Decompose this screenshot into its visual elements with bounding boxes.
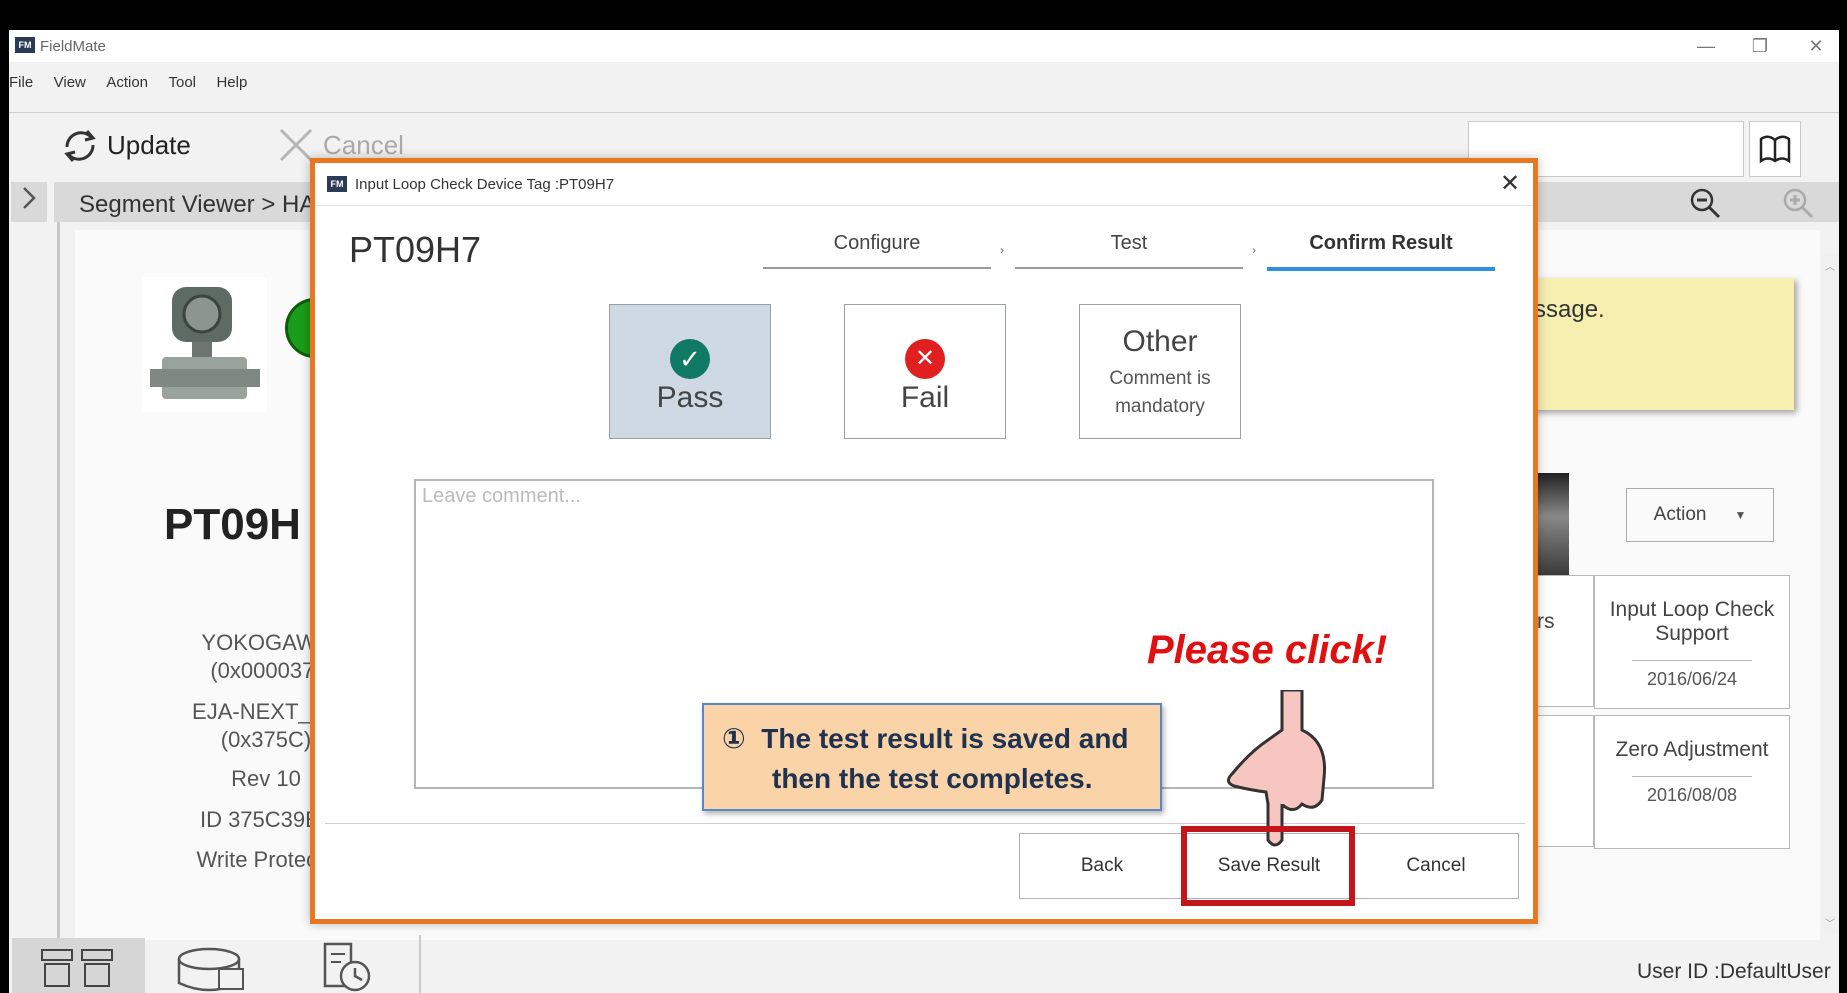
tile-name: Zero Adjustment xyxy=(1615,738,1769,761)
menu-tool[interactable]: Tool xyxy=(168,74,196,91)
dialog-header-divider xyxy=(315,205,1533,206)
refresh-icon xyxy=(64,130,96,162)
action-label: Action xyxy=(1653,504,1707,525)
close-window-button[interactable]: ✕ xyxy=(1793,32,1839,60)
update-button[interactable]: Update xyxy=(59,125,191,165)
chevron-right-icon xyxy=(23,187,36,209)
app-logo-icon: FM xyxy=(15,37,35,53)
pass-button[interactable]: ✓ Pass xyxy=(609,304,771,439)
tile-input-loop-check[interactable]: Input Loop Check Support 2016/06/24 xyxy=(1594,575,1790,709)
menu-view[interactable]: View xyxy=(54,74,86,91)
dialog-device-tag: PT09H7 xyxy=(349,229,482,270)
tile-partial-2[interactable] xyxy=(1534,715,1594,847)
menu-file[interactable]: File xyxy=(9,74,33,91)
cancel-tool-label: Cancel xyxy=(323,129,404,160)
toolbar-divider xyxy=(9,112,1839,113)
device-tag-title: PT09H xyxy=(164,500,301,549)
scroll-down-icon[interactable]: ﹀ xyxy=(1821,915,1839,930)
save-result-highlight xyxy=(1181,826,1355,906)
fail-label: Fail xyxy=(900,381,950,414)
device-photo xyxy=(1534,473,1569,581)
cancel-button[interactable]: Cancel xyxy=(1353,833,1519,899)
scroll-up-icon[interactable]: ︿ xyxy=(1821,258,1839,273)
tile-divider xyxy=(1632,660,1752,661)
callout-text-2: then the test completes. xyxy=(772,763,1093,794)
tile-name: Input Loop Check Support xyxy=(1609,598,1775,645)
update-label: Update xyxy=(107,129,191,160)
restore-button[interactable]: ❐ xyxy=(1737,32,1783,60)
sidebar-divider xyxy=(57,222,60,942)
zoom-out-icon[interactable] xyxy=(1689,187,1723,219)
device-image xyxy=(142,277,267,412)
callout-text-1: The test result is saved and xyxy=(761,723,1129,754)
dropdown-caret-icon: ▼ xyxy=(1734,508,1747,522)
breadcrumb[interactable]: Segment Viewer > HA xyxy=(79,191,315,219)
fail-button[interactable]: ✕ Fail xyxy=(844,304,1006,439)
other-label: Other xyxy=(1122,325,1198,358)
dialog-title-bar: FM Input Loop Check Device Tag :PT09H7 ✕ xyxy=(315,163,1533,205)
step-arrow-icon: › xyxy=(1000,243,1004,257)
tile-date: 2016/08/08 xyxy=(1646,785,1738,805)
sidebar-toggle-button[interactable] xyxy=(11,182,47,222)
callout-line-1: ① The test result is saved and xyxy=(722,719,1142,759)
step-configure: Configure xyxy=(763,232,991,269)
pass-label: Pass xyxy=(656,381,724,414)
transmitter-image xyxy=(150,287,260,399)
step-test: Test xyxy=(1015,232,1243,269)
menu-bar: File View Action Tool Help xyxy=(9,74,809,98)
dialog-footer-divider xyxy=(325,823,1525,824)
zoom-in-icon[interactable] xyxy=(1782,187,1816,219)
callout-number: ① xyxy=(722,723,746,754)
error-x-icon: ✕ xyxy=(905,339,945,379)
checkmark-icon: ✓ xyxy=(670,339,710,379)
other-note: Comment is mandatory xyxy=(1109,368,1211,417)
minimize-button[interactable]: — xyxy=(1683,32,1729,60)
user-id-label: User ID :DefaultUser xyxy=(1637,960,1831,983)
menu-action[interactable]: Action xyxy=(106,74,148,91)
app-logo-icon: FM xyxy=(327,176,347,192)
title-bar: FM FieldMate — ❐ ✕ xyxy=(9,30,1839,62)
vertical-scrollbar[interactable]: ︿ ﹀ xyxy=(1821,254,1839,934)
bottom-divider xyxy=(419,935,421,993)
tile-zero-adjustment[interactable]: Zero Adjustment 2016/08/08 xyxy=(1594,715,1790,849)
message-text: ssage. xyxy=(1534,296,1605,323)
bottom-bar xyxy=(9,940,1839,993)
manual-button[interactable] xyxy=(1749,121,1801,177)
instruction-callout: ① The test result is saved and then the … xyxy=(702,703,1162,811)
back-button[interactable]: Back xyxy=(1019,833,1185,899)
database-device-icon[interactable] xyxy=(174,945,254,993)
segment-view-tab[interactable] xyxy=(12,938,145,993)
dialog-title: Input Loop Check Device Tag :PT09H7 xyxy=(355,176,615,193)
dialog-close-button[interactable]: ✕ xyxy=(1495,171,1525,197)
other-button[interactable]: Other Comment is mandatory xyxy=(1079,304,1241,439)
book-icon xyxy=(1759,135,1791,164)
tile-partial-1[interactable]: rs xyxy=(1534,575,1594,707)
devices-icon xyxy=(41,949,113,987)
menu-help[interactable]: Help xyxy=(216,74,247,91)
history-icon[interactable] xyxy=(317,940,377,993)
action-dropdown[interactable]: Action ▼ xyxy=(1626,488,1774,542)
app-title: FieldMate xyxy=(40,38,106,55)
tile-partial-label: rs xyxy=(1537,610,1555,633)
please-click-annotation: Please click! xyxy=(1147,628,1388,672)
step-confirm-result: Confirm Result xyxy=(1267,232,1495,271)
tile-divider xyxy=(1632,776,1752,777)
tile-date: 2016/06/24 xyxy=(1646,669,1738,689)
step-arrow-icon: › xyxy=(1252,243,1256,257)
